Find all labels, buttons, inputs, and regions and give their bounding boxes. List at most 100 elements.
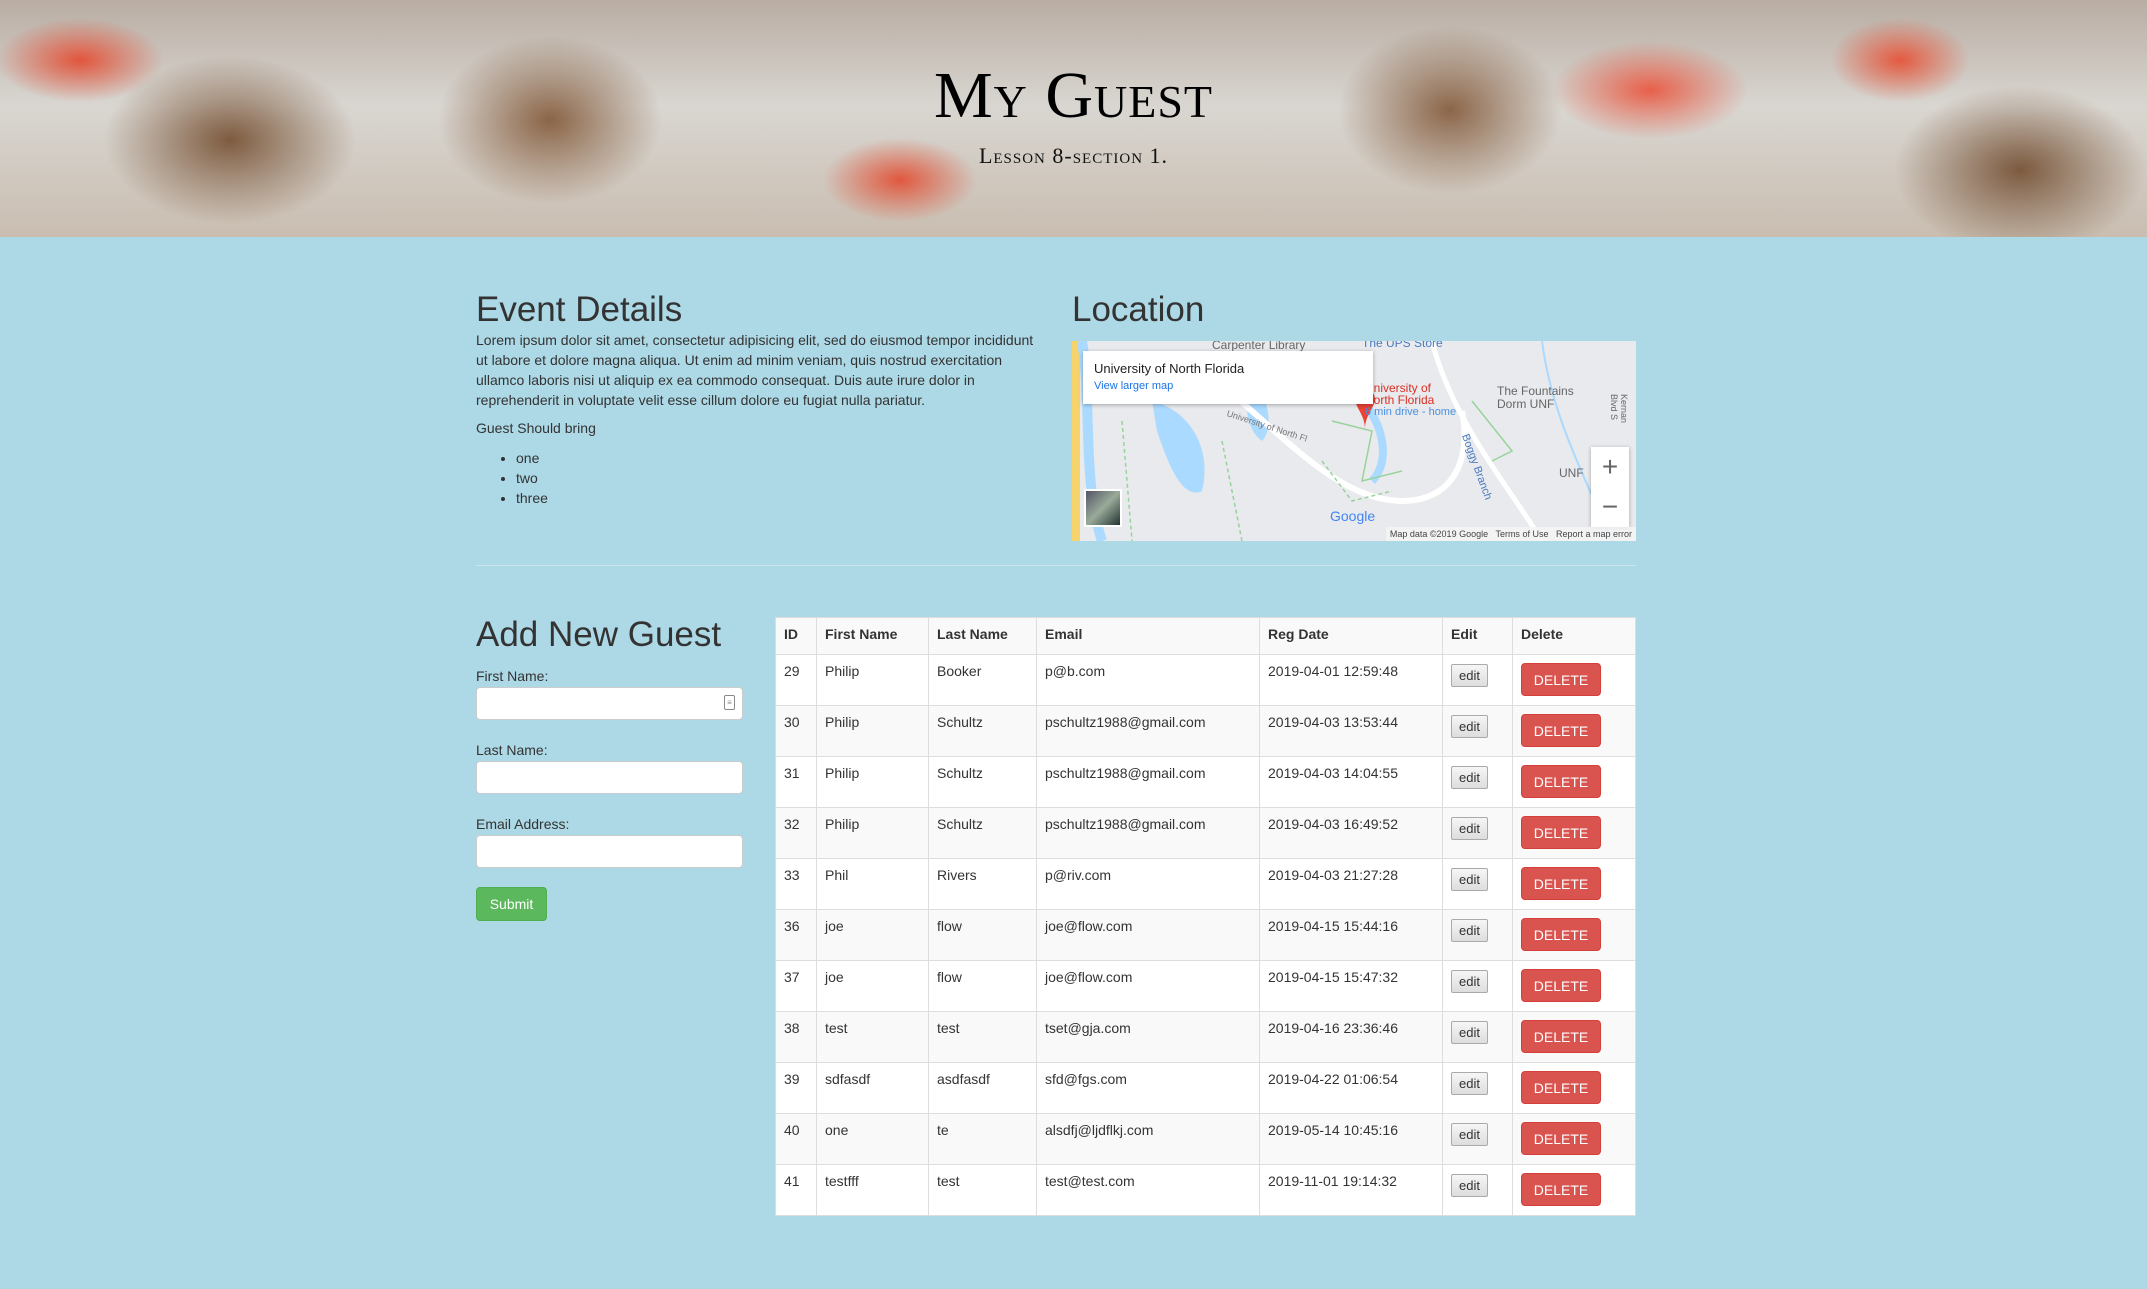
column-header-id: ID xyxy=(775,617,817,655)
cell-delete: DELETE xyxy=(1512,1164,1636,1216)
first-name-input[interactable] xyxy=(476,687,743,720)
table-row: 40 one te alsdfj@ljdflkj.com 2019-05-14 10:4… xyxy=(775,1113,1636,1165)
view-larger-map-link[interactable]: View larger map xyxy=(1094,380,1362,392)
event-details-heading: Event Details xyxy=(476,290,683,329)
table-header-row: ID First Name Last Name Email Reg Date E… xyxy=(775,617,1636,655)
email-input[interactable] xyxy=(476,835,743,868)
cell-reg-date: 2019-04-03 14:04:55 xyxy=(1259,756,1443,808)
cell-email: joe@flow.com xyxy=(1036,909,1260,961)
edit-button[interactable]: edit xyxy=(1451,1021,1488,1044)
column-header-delete: Delete xyxy=(1512,617,1636,655)
cell-last-name: test xyxy=(928,1164,1037,1216)
google-map[interactable]: Carpenter Library The UPS Store Universi… xyxy=(1072,341,1636,541)
cell-first-name: sdfasdf xyxy=(816,1062,929,1114)
cell-id: 41 xyxy=(775,1164,817,1216)
cell-last-name: asdfasdf xyxy=(928,1062,1037,1114)
delete-button[interactable]: DELETE xyxy=(1521,1071,1601,1104)
cell-first-name: Philip xyxy=(816,807,929,859)
edit-button[interactable]: edit xyxy=(1451,970,1488,993)
zoom-in-button[interactable]: + xyxy=(1591,447,1629,487)
edit-button[interactable]: edit xyxy=(1451,1174,1488,1197)
table-row: 38 test test tset@gja.com 2019-04-16 23:36:4… xyxy=(775,1011,1636,1063)
cell-id: 31 xyxy=(775,756,817,808)
cell-delete: DELETE xyxy=(1512,858,1636,910)
column-header-email: Email xyxy=(1036,617,1260,655)
cell-edit: edit xyxy=(1442,1062,1513,1114)
edit-button[interactable]: edit xyxy=(1451,715,1488,738)
table-row: 33 Phil Rivers p@riv.com 2019-04-03 21:27:28… xyxy=(775,858,1636,910)
cell-last-name: Schultz xyxy=(928,705,1037,757)
map-place-name: University of North Florida xyxy=(1094,361,1245,376)
map-info-card: University of North Florida View larger … xyxy=(1083,351,1373,404)
cell-last-name: flow xyxy=(928,909,1037,961)
delete-button[interactable]: DELETE xyxy=(1521,1122,1601,1155)
delete-button[interactable]: DELETE xyxy=(1521,969,1601,1002)
table-row: 36 joe flow joe@flow.com 2019-04-15 15:44:16… xyxy=(775,909,1636,961)
satellite-toggle[interactable] xyxy=(1084,489,1122,527)
cell-first-name: joe xyxy=(816,909,929,961)
edit-button[interactable]: edit xyxy=(1451,868,1488,891)
cell-first-name: Philip xyxy=(816,756,929,808)
cell-email: pschultz1988@gmail.com xyxy=(1036,807,1260,859)
cell-edit: edit xyxy=(1442,654,1513,706)
pin-label-line: North Florida xyxy=(1365,393,1435,407)
delete-button[interactable]: DELETE xyxy=(1521,663,1601,696)
delete-button[interactable]: DELETE xyxy=(1521,714,1601,747)
delete-button[interactable]: DELETE xyxy=(1521,765,1601,798)
pin-drive-time: 6 min drive - home xyxy=(1365,406,1457,418)
cell-edit: edit xyxy=(1442,756,1513,808)
edit-button[interactable]: edit xyxy=(1451,1123,1488,1146)
delete-button[interactable]: DELETE xyxy=(1521,867,1601,900)
zoom-out-button[interactable]: − xyxy=(1591,487,1629,527)
autofill-contact-icon[interactable]: ≡ xyxy=(724,695,735,710)
cell-email: test@test.com xyxy=(1036,1164,1260,1216)
cell-email: pschultz1988@gmail.com xyxy=(1036,705,1260,757)
first-name-label: First Name: xyxy=(476,668,549,684)
cell-reg-date: 2019-04-01 12:59:48 xyxy=(1259,654,1443,706)
delete-button[interactable]: DELETE xyxy=(1521,1020,1601,1053)
delete-button[interactable]: DELETE xyxy=(1521,816,1601,849)
last-name-input[interactable] xyxy=(476,761,743,794)
terms-link[interactable]: Terms of Use xyxy=(1495,529,1548,539)
column-header-edit: Edit xyxy=(1442,617,1513,655)
cell-email: sfd@fgs.com xyxy=(1036,1062,1260,1114)
page-title: My Guest xyxy=(933,59,1214,132)
cell-delete: DELETE xyxy=(1512,909,1636,961)
google-logo: Google xyxy=(1330,508,1376,524)
cell-edit: edit xyxy=(1442,1113,1513,1165)
cell-reg-date: 2019-04-03 16:49:52 xyxy=(1259,807,1443,859)
list-item: two xyxy=(516,468,1036,488)
cell-id: 38 xyxy=(775,1011,817,1063)
cell-id: 32 xyxy=(775,807,817,859)
map-poi-unf: UNF xyxy=(1559,466,1584,480)
cell-email: p@b.com xyxy=(1036,654,1260,706)
add-guest-heading: Add New Guest xyxy=(476,615,722,654)
table-row: 32 Philip Schultz pschultz1988@gmail.com 201… xyxy=(775,807,1636,859)
event-description: Lorem ipsum dolor sit amet, consectetur … xyxy=(476,332,1034,408)
hero-banner: My Guest Lesson 8-section 1. xyxy=(0,0,2147,237)
edit-button[interactable]: edit xyxy=(1451,766,1488,789)
edit-button[interactable]: edit xyxy=(1451,664,1488,687)
cell-reg-date: 2019-04-15 15:47:32 xyxy=(1259,960,1443,1012)
last-name-label: Last Name: xyxy=(476,742,548,758)
cell-id: 37 xyxy=(775,960,817,1012)
map-zoom-controls: + − xyxy=(1591,447,1629,527)
cell-reg-date: 2019-04-03 21:27:28 xyxy=(1259,858,1443,910)
edit-button[interactable]: edit xyxy=(1451,1072,1488,1095)
table-row: 39 sdfasdf asdfasdf sfd@fgs.com 2019-04-22 0… xyxy=(775,1062,1636,1114)
edit-button[interactable]: edit xyxy=(1451,919,1488,942)
cell-edit: edit xyxy=(1442,960,1513,1012)
cell-delete: DELETE xyxy=(1512,807,1636,859)
edit-button[interactable]: edit xyxy=(1451,817,1488,840)
delete-button[interactable]: DELETE xyxy=(1521,918,1601,951)
email-label: Email Address: xyxy=(476,816,570,832)
map-data-text: Map data ©2019 Google xyxy=(1389,529,1489,539)
map-poi-fountains: The Fountains Dorm UNF xyxy=(1497,385,1574,411)
report-error-link[interactable]: Report a map error xyxy=(1556,529,1632,539)
cell-reg-date: 2019-04-15 15:44:16 xyxy=(1259,909,1443,961)
cell-email: alsdfj@ljdflkj.com xyxy=(1036,1113,1260,1165)
cell-edit: edit xyxy=(1442,705,1513,757)
submit-button[interactable]: Submit xyxy=(476,887,547,921)
map-pin-label[interactable]: University of North Florida 6 min drive … xyxy=(1365,382,1456,418)
delete-button[interactable]: DELETE xyxy=(1521,1173,1601,1206)
